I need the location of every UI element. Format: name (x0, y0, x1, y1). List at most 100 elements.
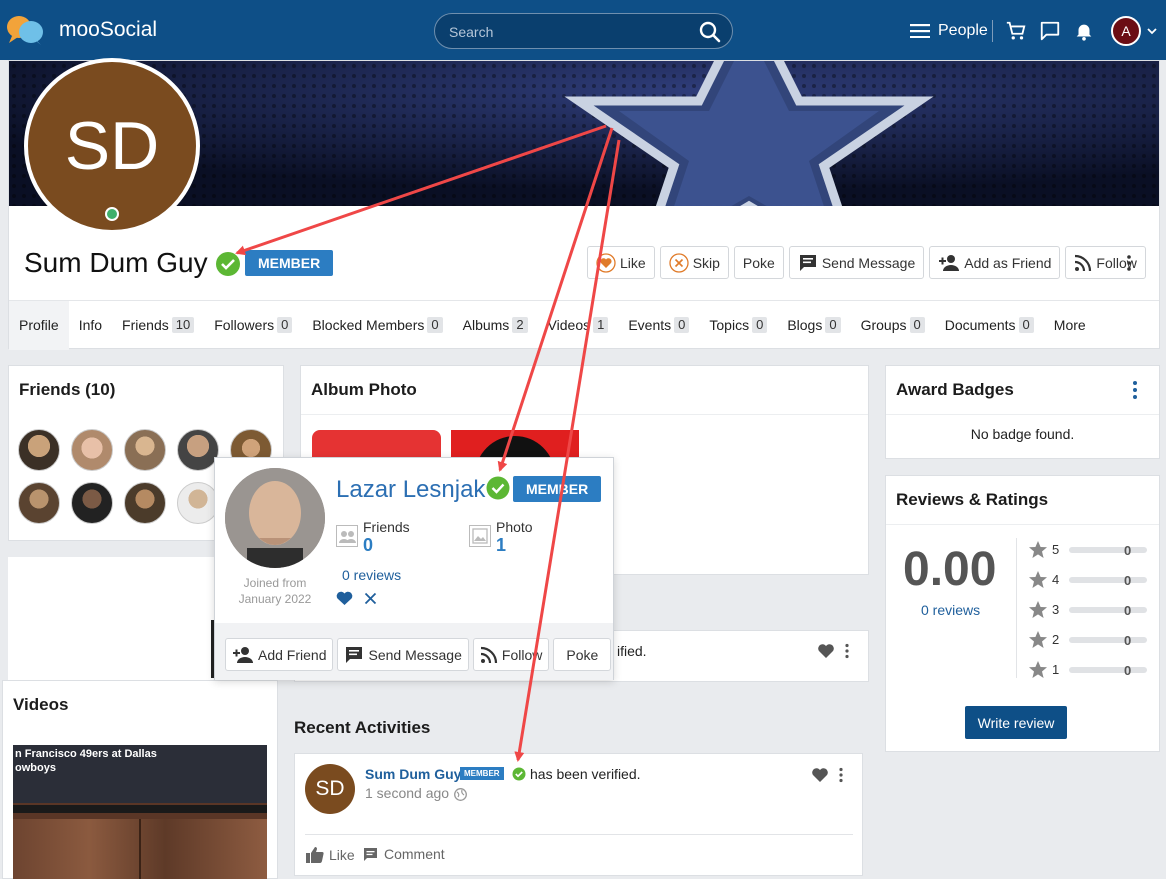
friend-avatar[interactable] (124, 429, 166, 471)
tab-info[interactable]: Info (69, 301, 112, 350)
rating-bar (1069, 606, 1148, 613)
reviews-count-link[interactable]: 0 reviews (921, 602, 980, 618)
friend-avatar[interactable] (71, 482, 113, 524)
tab-friends[interactable]: Friends 10 (112, 301, 204, 350)
tab-albums[interactable]: Albums 2 (453, 301, 538, 350)
chevron-down-icon[interactable] (1146, 25, 1158, 37)
write-review-button[interactable]: Write review (965, 706, 1067, 739)
partial-activity-text: ified. (617, 643, 647, 659)
tab-groups[interactable]: Groups 0 (851, 301, 935, 350)
verified-icon (512, 767, 526, 781)
top-navigation-bar: mooSocial People A (0, 0, 1166, 60)
bell-icon[interactable] (1073, 20, 1095, 42)
add-friend-button[interactable]: Add Friend (225, 638, 334, 671)
rating-bar (1069, 666, 1148, 673)
like-label: Like (620, 254, 646, 271)
heart-icon[interactable] (336, 591, 353, 606)
activity-time[interactable]: 1 second ago (365, 785, 449, 801)
tab-documents[interactable]: Documents 0 (935, 301, 1044, 350)
user-avatar[interactable]: A (1111, 16, 1141, 46)
tab-count: 1 (593, 317, 609, 333)
friend-avatar[interactable] (177, 482, 219, 524)
activity-avatar[interactable]: SD (305, 764, 355, 814)
tab-count: 2 (512, 317, 528, 333)
rating-count: 0 (1124, 603, 1132, 618)
search-box[interactable] (434, 13, 733, 49)
tab-count: 0 (427, 317, 443, 333)
activity-user-link[interactable]: Sum Dum Guy (365, 766, 461, 782)
joined-date: January 2022 (238, 592, 312, 606)
more-options-icon[interactable] (1121, 254, 1137, 272)
tab-blogs[interactable]: Blogs 0 (777, 301, 850, 350)
profile-actions: Like Skip Poke Send Message Add as Frien (587, 246, 1146, 279)
rss-icon (480, 646, 497, 663)
more-options-icon[interactable] (1130, 380, 1140, 400)
award-badges-title: Award Badges (896, 380, 1014, 399)
like-button[interactable]: Like (587, 246, 655, 279)
photo-count[interactable]: 1 (496, 535, 506, 556)
rating-star-label: 2 (1052, 632, 1060, 647)
rating-count: 0 (1124, 633, 1132, 648)
video-thumbnail[interactable]: n Francisco 49ers at Dallas owboys (13, 745, 267, 879)
friend-avatar[interactable] (18, 429, 60, 471)
activity-comment-button[interactable]: Comment (363, 846, 445, 862)
tab-count: 0 (825, 317, 841, 333)
chat-icon[interactable] (1039, 20, 1061, 42)
more-options-icon[interactable] (837, 767, 845, 783)
photo-icon (469, 525, 491, 547)
no-badge-text: No badge found. (970, 426, 1075, 442)
hover-card-avatar[interactable] (225, 468, 325, 568)
friend-avatar[interactable] (124, 482, 166, 524)
skip-button[interactable]: Skip (659, 246, 729, 279)
tab-profile[interactable]: Profile (9, 300, 69, 350)
friend-avatar[interactable] (71, 429, 113, 471)
friends-count[interactable]: 0 (363, 535, 373, 556)
star-icon (1029, 601, 1047, 618)
tab-count: 0 (752, 317, 768, 333)
menu-icon (910, 24, 930, 38)
star-icon (1029, 661, 1047, 678)
user-photo (225, 468, 325, 568)
send-message-button[interactable]: Send Message (788, 246, 925, 279)
tab-count: 10 (171, 317, 195, 333)
activity-like-button[interactable]: Like (305, 846, 355, 864)
rating-count: 0 (1124, 543, 1132, 558)
globe-icon (454, 788, 467, 801)
poke-button[interactable]: Poke (553, 638, 612, 671)
tab-followers[interactable]: Followers 0 (204, 301, 302, 350)
brand-name[interactable]: mooSocial (59, 18, 157, 42)
people-menu[interactable]: People (910, 19, 988, 43)
tab-videos[interactable]: Videos 1 (538, 301, 619, 350)
rating-count: 0 (1124, 663, 1132, 678)
tab-events[interactable]: Events 0 (618, 301, 699, 350)
heart-icon[interactable] (817, 643, 835, 659)
tab-blocked-members[interactable]: Blocked Members 0 (302, 301, 452, 350)
tab-label: Documents (944, 317, 1016, 333)
tab-count: 0 (909, 317, 925, 333)
hover-card-name[interactable]: Lazar Lesnjak (336, 476, 485, 504)
add-friend-label: Add Friend (258, 646, 327, 663)
skip-label: Skip (692, 254, 720, 271)
blank-panel (8, 557, 218, 680)
hover-card-reviews-link[interactable]: 0 reviews (342, 567, 401, 583)
search-input[interactable] (449, 22, 689, 42)
cart-icon[interactable] (1005, 20, 1027, 42)
add-friend-button[interactable]: Add as Friend (929, 246, 1061, 279)
more-options-icon[interactable] (843, 643, 851, 659)
heart-icon[interactable] (811, 767, 829, 783)
close-icon[interactable] (364, 592, 377, 605)
search-icon[interactable] (698, 20, 722, 44)
member-badge: MEMBER (513, 476, 602, 502)
tab-more[interactable]: More (1044, 301, 1096, 350)
divider (886, 524, 1159, 525)
videos-title: Videos (13, 695, 69, 714)
follow-label: Follow (501, 646, 543, 663)
tab-topics[interactable]: Topics 0 (699, 301, 777, 350)
poke-button[interactable]: Poke (733, 246, 784, 279)
album-title: Album Photo (311, 380, 417, 399)
friend-avatar[interactable] (18, 482, 60, 524)
send-message-button[interactable]: Send Message (337, 638, 469, 671)
follow-button[interactable]: Follow (472, 638, 550, 671)
friend-avatar[interactable] (177, 429, 219, 471)
moosocial-logo-icon[interactable] (6, 14, 44, 46)
